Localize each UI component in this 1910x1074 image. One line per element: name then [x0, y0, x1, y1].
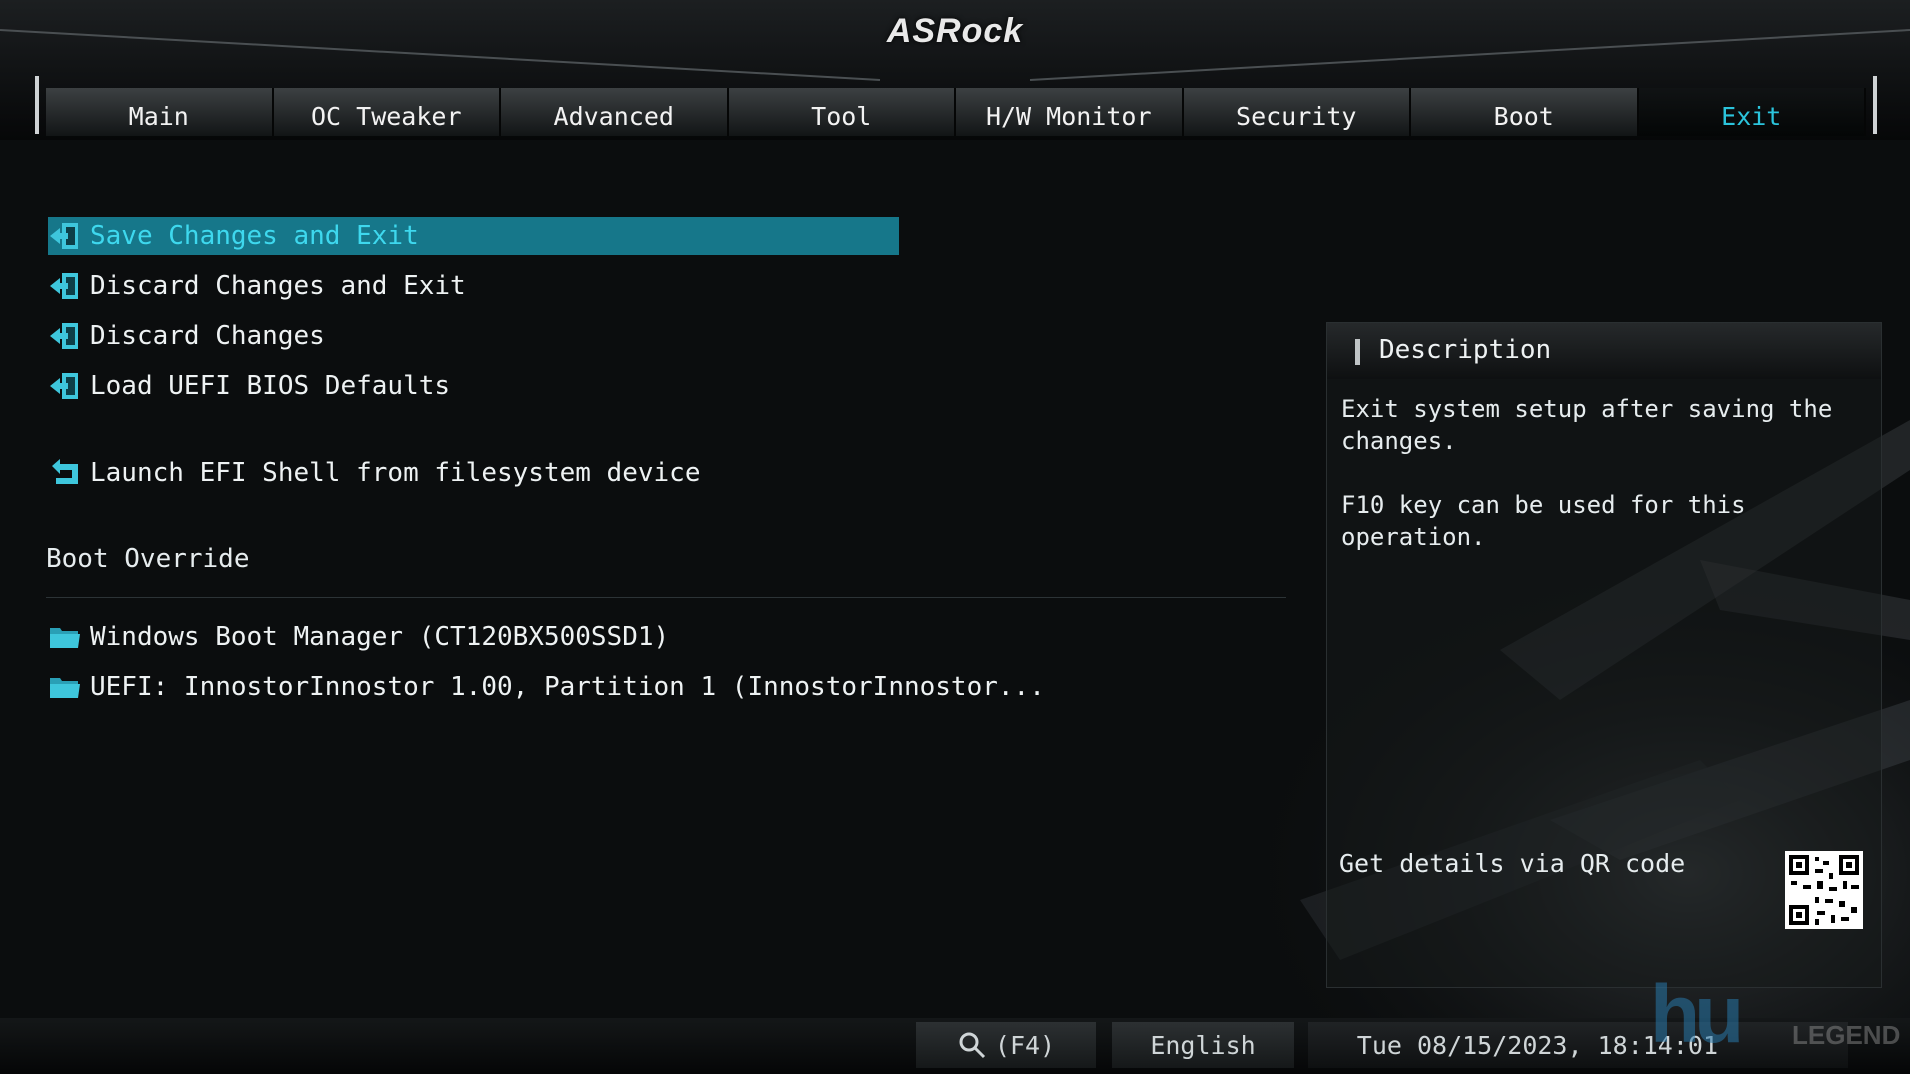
discard-changes-and-exit-item[interactable]: Discard Changes and Exit	[48, 267, 466, 305]
description-title: Description	[1379, 335, 1552, 365]
exit-door-icon	[50, 323, 78, 349]
tab-tool[interactable]: Tool	[728, 88, 956, 136]
search-shortcut-label: (F4)	[994, 1030, 1056, 1060]
exit-door-icon	[50, 223, 78, 249]
exit-door-icon	[50, 273, 78, 299]
watermark-text: LEGEND	[1792, 1020, 1901, 1050]
tab-main[interactable]: Main	[46, 88, 274, 136]
main-tab-bar: Main OC Tweaker Advanced Tool H/W Monito…	[46, 88, 1866, 136]
save-changes-and-exit-item[interactable]: Save Changes and Exit	[48, 217, 899, 255]
language-button[interactable]: English	[1112, 1022, 1294, 1068]
search-icon	[959, 1032, 985, 1059]
menu-item-label: Windows Boot Manager (CT120BX500SSD1)	[90, 622, 670, 652]
boot-override-heading: Boot Override	[46, 544, 250, 574]
tab-security[interactable]: Security	[1183, 88, 1411, 136]
qr-code-label: Get details via QR code	[1339, 849, 1686, 878]
tab-hw-monitor[interactable]: H/W Monitor	[956, 88, 1184, 136]
menu-item-label: Discard Changes	[90, 321, 325, 351]
datetime-display: Tue 08/15/2023, 18:14:01	[1308, 1022, 1848, 1068]
tab-boot[interactable]: Boot	[1411, 88, 1639, 136]
discard-changes-item[interactable]: Discard Changes	[48, 317, 325, 355]
boot-device-uefi-innostor[interactable]: UEFI: InnostorInnostor 1.00, Partition 1…	[48, 668, 1045, 706]
description-text: Exit system setup after saving the chang…	[1341, 395, 1833, 551]
tab-exit[interactable]: Exit	[1638, 88, 1866, 136]
launch-arrow-icon	[52, 459, 78, 484]
menu-item-label: Launch EFI Shell from filesystem device	[90, 458, 701, 488]
search-button[interactable]: (F4)	[916, 1022, 1096, 1068]
menu-item-label: Discard Changes and Exit	[90, 271, 466, 301]
folder-icon	[50, 678, 80, 698]
menu-item-label: Save Changes and Exit	[90, 221, 419, 251]
language-label: English	[1150, 1030, 1256, 1060]
launch-efi-shell-item[interactable]: Launch EFI Shell from filesystem device	[48, 454, 700, 492]
tab-oc-tweaker[interactable]: OC Tweaker	[273, 88, 501, 136]
tab-advanced[interactable]: Advanced	[501, 88, 729, 136]
description-panel: Description Exit system setup after savi…	[1326, 322, 1882, 988]
header-marker	[1355, 339, 1360, 365]
section-divider	[46, 597, 1286, 598]
folder-icon	[50, 628, 80, 648]
exit-door-icon	[50, 373, 78, 399]
qr-code	[1785, 851, 1863, 929]
menu-item-label: Load UEFI BIOS Defaults	[90, 371, 451, 401]
menu-item-label: UEFI: InnostorInnostor 1.00, Partition 1…	[90, 672, 1045, 702]
boot-device-windows-boot-manager[interactable]: Windows Boot Manager (CT120BX500SSD1)	[48, 618, 669, 656]
description-header: Description	[1327, 323, 1881, 379]
watermark-logo: hu	[1650, 969, 1744, 1060]
asrock-logo: ASRock	[886, 12, 1024, 50]
load-uefi-bios-defaults-item[interactable]: Load UEFI BIOS Defaults	[48, 367, 450, 405]
